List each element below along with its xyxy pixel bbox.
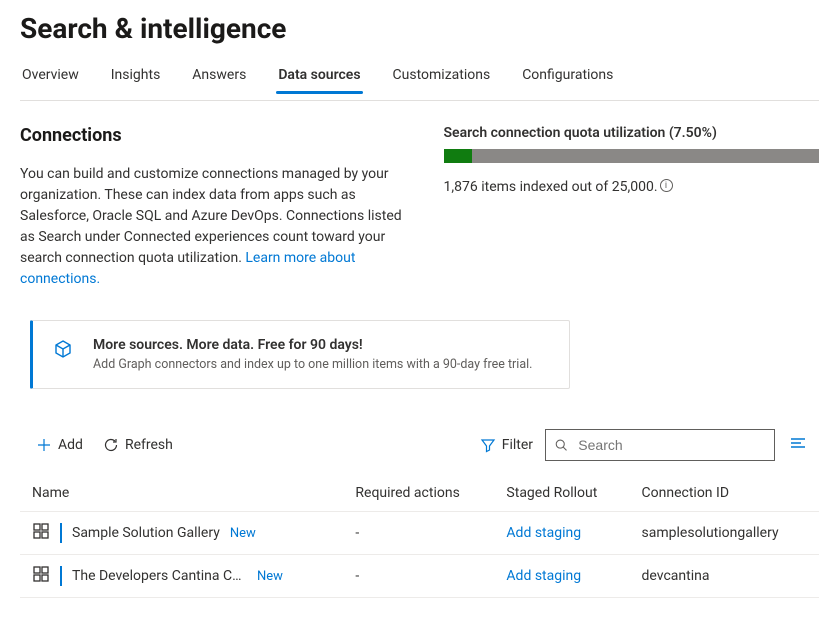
connections-table: Name Required actions Staged Rollout Con… <box>20 477 819 598</box>
app-icon <box>32 522 50 544</box>
tab-bar: Overview Insights Answers Data sources C… <box>20 59 819 94</box>
filter-icon <box>480 437 496 453</box>
connection-id-cell: devcantina <box>630 555 819 598</box>
accent-bar <box>60 523 62 543</box>
col-staged[interactable]: Staged Rollout <box>494 477 629 512</box>
col-required[interactable]: Required actions <box>343 477 494 512</box>
promo-card: More sources. More data. Free for 90 day… <box>30 320 570 389</box>
tab-answers[interactable]: Answers <box>190 59 248 93</box>
quota-bar <box>444 149 819 163</box>
search-input[interactable] <box>576 436 766 454</box>
add-staging-link[interactable]: Add staging <box>506 525 581 541</box>
search-icon <box>554 437 568 453</box>
filter-button-label: Filter <box>502 437 533 453</box>
add-button-label: Add <box>58 437 83 453</box>
app-icon <box>32 565 50 587</box>
required-actions-cell: - <box>343 512 494 555</box>
quota-bar-fill <box>444 149 472 163</box>
new-badge: New <box>257 569 283 584</box>
divider <box>20 100 819 101</box>
list-settings-icon[interactable] <box>785 430 811 460</box>
cube-icon <box>53 339 73 363</box>
refresh-button[interactable]: Refresh <box>95 431 181 459</box>
promo-title: More sources. More data. Free for 90 day… <box>93 337 532 353</box>
quota-title: Search connection quota utilization (7.5… <box>444 125 819 141</box>
connections-heading: Connections <box>20 125 404 146</box>
filter-button[interactable]: Filter <box>472 431 541 459</box>
col-connid[interactable]: Connection ID <box>630 477 819 512</box>
add-staging-link[interactable]: Add staging <box>506 568 581 584</box>
table-row[interactable]: The Developers Cantina Conn… New - Add s… <box>20 555 819 598</box>
connections-description: You can build and customize connections … <box>20 164 404 290</box>
table-row[interactable]: Sample Solution Gallery New - Add stagin… <box>20 512 819 555</box>
accent-bar <box>60 566 62 586</box>
tab-insights[interactable]: Insights <box>109 59 163 93</box>
info-icon[interactable]: i <box>660 179 673 192</box>
page-title: Search & intelligence <box>20 12 819 45</box>
connection-id-cell: samplesolutiongallery <box>630 512 819 555</box>
tab-customizations[interactable]: Customizations <box>391 59 493 93</box>
add-button[interactable]: Add <box>28 431 91 459</box>
plus-icon <box>36 437 52 453</box>
tab-overview[interactable]: Overview <box>20 59 81 93</box>
toolbar: Add Refresh Filter <box>28 429 811 461</box>
promo-subtitle: Add Graph connectors and index up to one… <box>93 357 532 372</box>
connection-name: Sample Solution Gallery <box>72 525 220 541</box>
tab-data-sources[interactable]: Data sources <box>276 59 362 93</box>
tab-configurations[interactable]: Configurations <box>520 59 615 93</box>
refresh-icon <box>103 437 119 453</box>
quota-subtext: 1,876 items indexed out of 25,000.i <box>444 179 819 195</box>
search-box[interactable] <box>545 429 775 461</box>
quota-subtext-value: 1,876 items indexed out of 25,000. <box>444 179 658 195</box>
col-name[interactable]: Name <box>20 477 343 512</box>
connection-name: The Developers Cantina Conn… <box>72 568 247 584</box>
required-actions-cell: - <box>343 555 494 598</box>
new-badge: New <box>230 526 256 541</box>
refresh-button-label: Refresh <box>125 437 173 453</box>
